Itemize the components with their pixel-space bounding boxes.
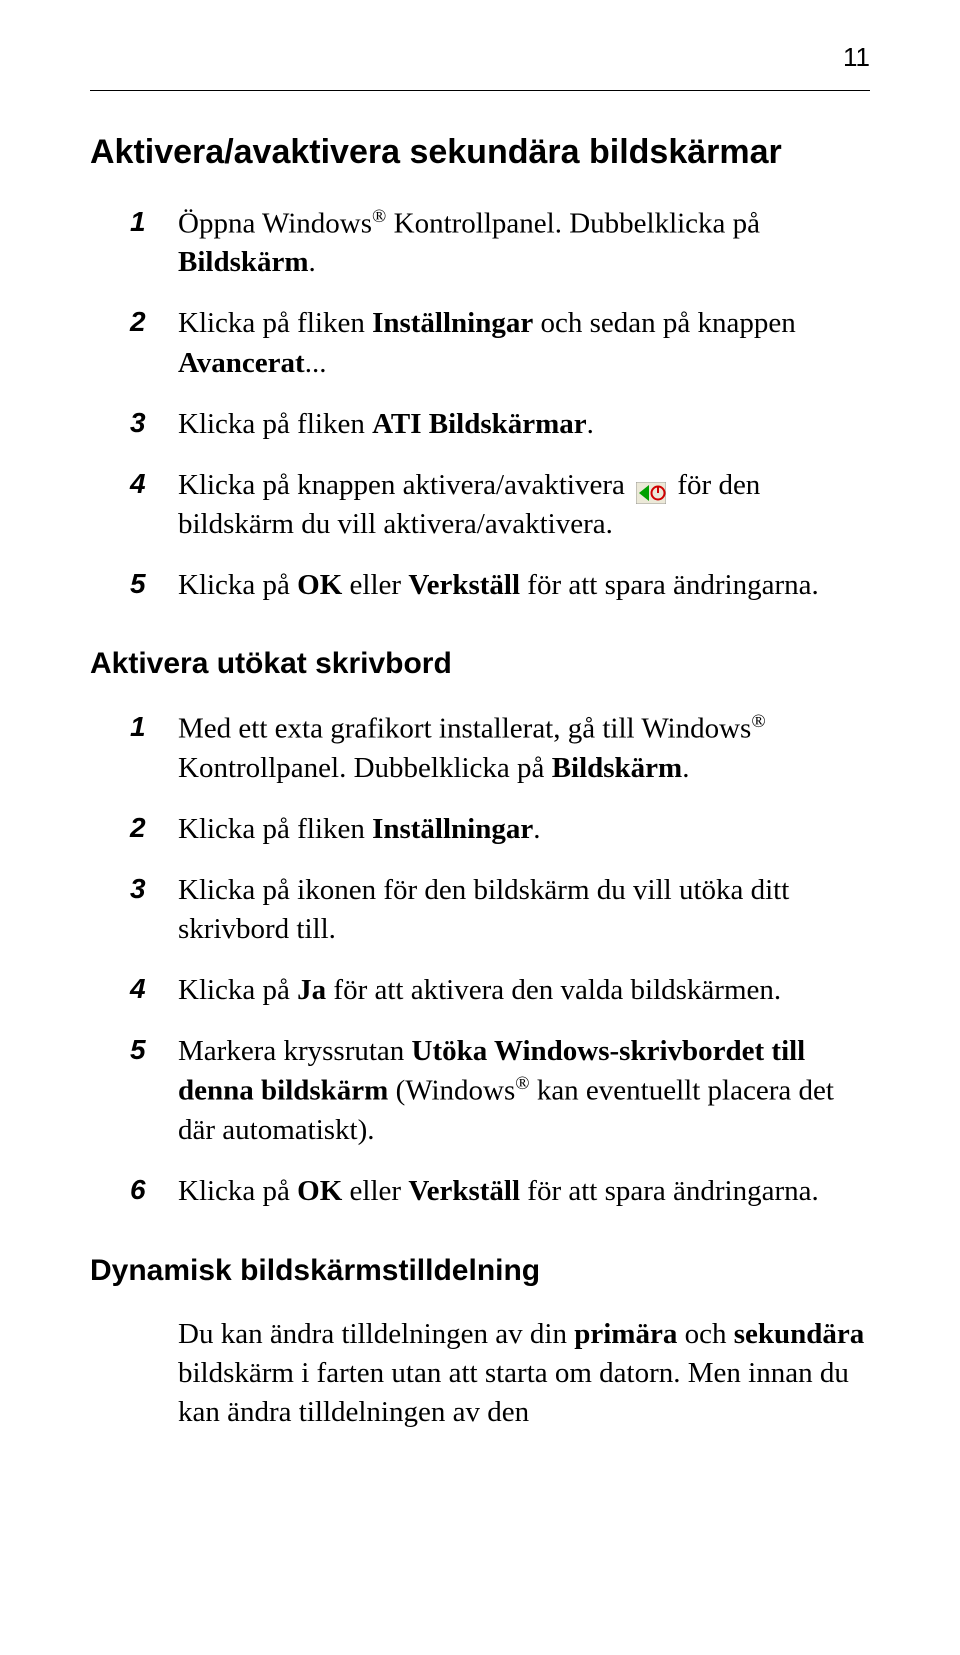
text-run: för att spara ändringarna. (520, 569, 819, 601)
section3-title: Dynamisk bildskärmstilldelning (90, 1252, 870, 1290)
bold-run: ATI Bildskärmar (372, 408, 587, 440)
bold-run: OK (297, 1175, 342, 1207)
text-run: . (682, 752, 689, 784)
step-text: Klicka på fliken Inställningar och sedan… (178, 304, 870, 382)
bold-run: Verkställ (408, 1175, 520, 1207)
text-run: Klicka på (178, 569, 297, 601)
text-run: Med ett exta grafikort installerat, gå t… (178, 712, 751, 744)
section1-title: Aktivera/avaktivera sekundära bildskärma… (90, 131, 870, 174)
section2-step-3: 3 Klicka på ikonen för den bildskärm du … (130, 871, 870, 949)
step-text: Öppna Windows® Kontrollpanel. Dubbelklic… (178, 204, 870, 283)
text-run: . (587, 408, 594, 440)
text-run: . (533, 813, 540, 845)
text-run: Kontrollpanel. Dubbelklicka på (386, 207, 760, 239)
text-run: för att spara ändringarna. (520, 1175, 819, 1207)
text-run: Kontrollpanel. Dubbelklicka på (178, 752, 552, 784)
section2-step-6: 6 Klicka på OK eller Verkställ för att s… (130, 1172, 870, 1211)
text-run: ... (305, 347, 327, 379)
step-text: Klicka på OK eller Verkställ för att spa… (178, 1172, 870, 1211)
bold-run: Verkställ (408, 569, 520, 601)
registered-mark: ® (751, 711, 765, 732)
step-text: Markera kryssrutan Utöka Windows-skrivbo… (178, 1032, 870, 1150)
text-run: Klicka på (178, 1175, 297, 1207)
section1-step-1: 1 Öppna Windows® Kontrollpanel. Dubbelkl… (130, 204, 870, 283)
step-text: Klicka på fliken ATI Bildskärmar. (178, 405, 870, 444)
bold-run: Inställningar (372, 813, 533, 845)
section2-step-1: 1 Med ett exta grafikort installerat, gå… (130, 709, 870, 788)
text-run: Markera kryssrutan (178, 1035, 412, 1067)
bold-run: OK (297, 569, 342, 601)
step-number: 6 (130, 1172, 178, 1208)
text-run: Klicka på fliken (178, 408, 372, 440)
step-number: 1 (130, 204, 178, 240)
bold-run: Avancerat (178, 347, 305, 379)
step-number: 2 (130, 304, 178, 340)
text-run: för att aktivera den valda bildskärmen. (326, 974, 781, 1006)
text-run: eller (342, 1175, 408, 1207)
step-number: 4 (130, 466, 178, 502)
section2-step-2: 2 Klicka på fliken Inställningar. (130, 810, 870, 849)
document-page: 11 Aktivera/avaktivera sekundära bildskä… (0, 0, 960, 1655)
text-run: . (309, 246, 316, 278)
registered-mark: ® (372, 206, 386, 227)
text-run: Klicka på fliken (178, 813, 372, 845)
step-number: 3 (130, 871, 178, 907)
text-run: och (677, 1318, 733, 1350)
section1-step-3: 3 Klicka på fliken ATI Bildskärmar. (130, 405, 870, 444)
step-number: 5 (130, 1032, 178, 1068)
section1-step-5: 5 Klicka på OK eller Verkställ för att s… (130, 566, 870, 605)
text-run: Klicka på knappen aktivera/avaktivera (178, 469, 632, 501)
step-text: Klicka på Ja för att aktivera den valda … (178, 971, 870, 1010)
bold-run: primära (574, 1318, 677, 1350)
step-text: Klicka på fliken Inställningar. (178, 810, 870, 849)
bold-run: Ja (297, 974, 326, 1006)
step-number: 4 (130, 971, 178, 1007)
step-number: 2 (130, 810, 178, 846)
section2-step-4: 4 Klicka på Ja för att aktivera den vald… (130, 971, 870, 1010)
section1-steps: 1 Öppna Windows® Kontrollpanel. Dubbelkl… (130, 204, 870, 606)
header-rule (90, 90, 870, 91)
registered-mark: ® (515, 1073, 529, 1094)
section1-step-4: 4 Klicka på knappen aktivera/avaktivera … (130, 466, 870, 544)
text-run: (Windows (388, 1075, 515, 1107)
section2-step-5: 5 Markera kryssrutan Utöka Windows-skriv… (130, 1032, 870, 1150)
step-text: Klicka på ikonen för den bildskärm du vi… (178, 871, 870, 949)
step-number: 1 (130, 709, 178, 745)
text-run: Klicka på (178, 974, 297, 1006)
bold-run: Bildskärm (552, 752, 683, 784)
text-run: Öppna Windows (178, 207, 372, 239)
text-run: eller (342, 569, 408, 601)
section1-step-2: 2 Klicka på fliken Inställningar och sed… (130, 304, 870, 382)
step-number: 3 (130, 405, 178, 441)
section3-paragraph: Du kan ändra tilldelningen av din primär… (178, 1315, 870, 1432)
bold-run: Bildskärm (178, 246, 309, 278)
step-text: Klicka på knappen aktivera/avaktivera fö… (178, 466, 870, 544)
text-run: bildskärm i farten utan att starta om da… (178, 1357, 849, 1428)
section2-title: Aktivera utökat skrivbord (90, 645, 870, 683)
page-number: 11 (843, 42, 870, 73)
step-text: Med ett exta grafikort installerat, gå t… (178, 709, 870, 788)
section2-steps: 1 Med ett exta grafikort installerat, gå… (130, 709, 870, 1212)
power-toggle-icon (636, 476, 666, 498)
step-text: Klicka på OK eller Verkställ för att spa… (178, 566, 870, 605)
text-run: och sedan på knappen (533, 307, 796, 339)
bold-run: sekundära (734, 1318, 865, 1350)
text-run: Klicka på ikonen för den bildskärm du vi… (178, 874, 789, 945)
text-run: Du kan ändra tilldelningen av din (178, 1318, 574, 1350)
step-number: 5 (130, 566, 178, 602)
text-run: Klicka på fliken (178, 307, 372, 339)
bold-run: Inställningar (372, 307, 533, 339)
